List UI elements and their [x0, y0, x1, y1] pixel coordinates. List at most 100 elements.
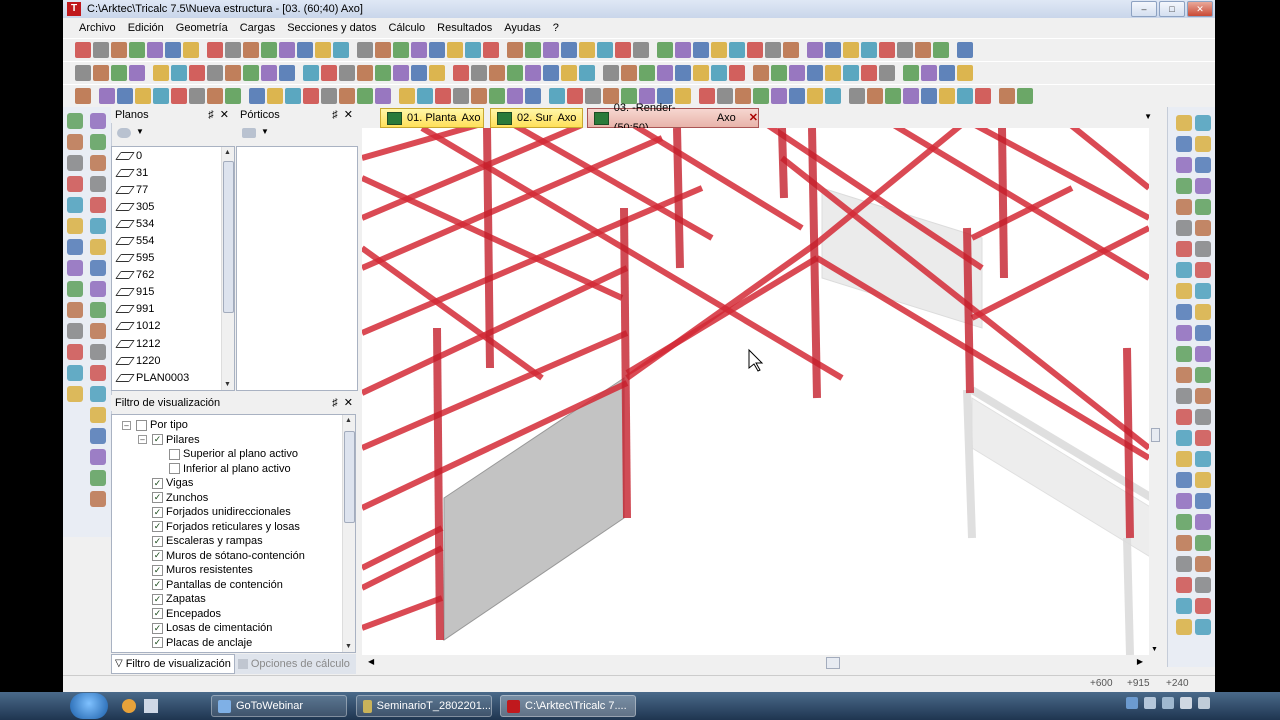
toolbar-tool-icon[interactable] — [225, 88, 241, 104]
menu-geometria[interactable]: Geometría — [170, 18, 234, 38]
toolbar-tool-icon[interactable] — [357, 42, 373, 58]
palette-tool-icon[interactable] — [1195, 199, 1211, 215]
toolbar-tool-icon[interactable] — [93, 42, 109, 58]
palette-tool-icon[interactable] — [1176, 262, 1192, 278]
toolbar-tool-icon[interactable] — [897, 42, 913, 58]
palette-tool-icon[interactable] — [1176, 283, 1192, 299]
toolbar-tool-icon[interactable] — [879, 65, 895, 81]
palette-tool-icon[interactable] — [1195, 220, 1211, 236]
toolbar-tool-icon[interactable] — [267, 88, 283, 104]
toolbar-tool-icon[interactable] — [783, 42, 799, 58]
toolbar-tool-icon[interactable] — [735, 88, 751, 104]
toolbar-tool-icon[interactable] — [393, 65, 409, 81]
toolbar-tool-icon[interactable] — [771, 88, 787, 104]
toolbar-tool-icon[interactable] — [789, 65, 805, 81]
toolbar-tool-icon[interactable] — [429, 65, 445, 81]
toolbar-tool-icon[interactable] — [339, 88, 355, 104]
toolbar-tool-icon[interactable] — [1017, 88, 1033, 104]
toolbar-tool-icon[interactable] — [957, 65, 973, 81]
palette-tool-icon[interactable] — [1195, 304, 1211, 320]
palette-tool-icon[interactable] — [1195, 514, 1211, 530]
toolbar-tool-icon[interactable] — [207, 65, 223, 81]
toolbar-tool-icon[interactable] — [843, 42, 859, 58]
tab-opciones-calculo[interactable]: Opciones de cálculo — [235, 655, 353, 673]
palette-tool-icon[interactable] — [67, 386, 83, 402]
checkbox[interactable] — [169, 463, 180, 475]
palette-tool-icon[interactable] — [90, 344, 106, 360]
toolbar-tool-icon[interactable] — [657, 42, 673, 58]
palette-tool-icon[interactable] — [1176, 220, 1192, 236]
palette-tool-icon[interactable] — [90, 428, 106, 444]
toolbar-tool-icon[interactable] — [111, 65, 127, 81]
toolbar-tool-icon[interactable] — [693, 65, 709, 81]
toolbar-tool-icon[interactable] — [453, 88, 469, 104]
palette-tool-icon[interactable] — [1195, 157, 1211, 173]
palette-tool-icon[interactable] — [67, 323, 83, 339]
toolbar-tool-icon[interactable] — [171, 88, 187, 104]
chrome-icon[interactable] — [122, 699, 136, 713]
toolbar-tool-icon[interactable] — [525, 65, 541, 81]
toolbar-tool-icon[interactable] — [189, 88, 205, 104]
tree-item[interactable]: ✓ Muros de sótano-contención — [152, 549, 305, 564]
toolbar-tool-icon[interactable] — [771, 65, 787, 81]
toolbar-tool-icon[interactable] — [117, 88, 133, 104]
tree-item[interactable]: ✓ Encepados — [152, 607, 221, 622]
toolbar-tool-icon[interactable] — [411, 65, 427, 81]
toolbar-tool-icon[interactable] — [243, 65, 259, 81]
palette-tool-icon[interactable] — [1195, 241, 1211, 257]
palette-tool-icon[interactable] — [67, 134, 83, 150]
menu-archivo[interactable]: Archivo — [63, 18, 122, 38]
tree-item[interactable]: ✓ Escaleras y rampas — [152, 534, 263, 549]
toolbar-tool-icon[interactable] — [633, 42, 649, 58]
checkbox-checked[interactable]: ✓ — [152, 506, 163, 518]
palette-tool-icon[interactable] — [90, 470, 106, 486]
toolbar-tool-icon[interactable] — [465, 42, 481, 58]
palette-tool-icon[interactable] — [1176, 241, 1192, 257]
toolbar-tool-icon[interactable] — [753, 65, 769, 81]
tray-icon[interactable] — [1126, 697, 1138, 709]
palette-tool-icon[interactable] — [1176, 514, 1192, 530]
toolbar-tool-icon[interactable] — [147, 42, 163, 58]
palette-tool-icon[interactable] — [67, 239, 83, 255]
palette-tool-icon[interactable] — [1176, 556, 1192, 572]
toolbar-tool-icon[interactable] — [825, 88, 841, 104]
plano-item[interactable]: 1212 — [112, 335, 234, 352]
toolbar-tool-icon[interactable] — [921, 65, 937, 81]
palette-tool-icon[interactable] — [1176, 535, 1192, 551]
menu-ayudas[interactable]: Ayudas — [498, 18, 547, 38]
toolbar-tool-icon[interactable] — [903, 65, 919, 81]
plano-item[interactable]: PLAN0003 — [112, 369, 234, 386]
toolbar-tool-icon[interactable] — [921, 88, 937, 104]
volume-icon[interactable] — [1180, 697, 1192, 709]
toolbar-tool-icon[interactable] — [525, 88, 541, 104]
toolbar-tool-icon[interactable] — [297, 42, 313, 58]
toolbar-tool-icon[interactable] — [597, 42, 613, 58]
palette-tool-icon[interactable] — [1195, 577, 1211, 593]
checkbox-checked[interactable]: ✓ — [152, 477, 163, 489]
toolbar-tool-icon[interactable] — [447, 42, 463, 58]
checkbox-checked[interactable]: ✓ — [152, 622, 163, 634]
toolbar-tool-icon[interactable] — [933, 42, 949, 58]
palette-tool-icon[interactable] — [90, 176, 106, 192]
toolbar-tool-icon[interactable] — [675, 42, 691, 58]
palette-tool-icon[interactable] — [67, 302, 83, 318]
toolbar-tool-icon[interactable] — [207, 42, 223, 58]
toolbar-tool-icon[interactable] — [729, 42, 745, 58]
tree-item[interactable]: ✓ Forjados reticulares y losas — [152, 520, 300, 535]
toolbar-tool-icon[interactable] — [615, 42, 631, 58]
checkbox[interactable] — [169, 448, 180, 460]
menu-cargas[interactable]: Cargas — [234, 18, 281, 38]
toolbar-tool-icon[interactable] — [711, 42, 727, 58]
palette-tool-icon[interactable] — [67, 344, 83, 360]
toolbar-tool-icon[interactable] — [879, 42, 895, 58]
toolbar-tool-icon[interactable] — [471, 65, 487, 81]
viewport-vscrollbar[interactable]: ▼ — [1149, 128, 1160, 655]
palette-tool-icon[interactable] — [1176, 388, 1192, 404]
palette-tool-icon[interactable] — [1195, 556, 1211, 572]
checkbox-checked[interactable]: ✓ — [152, 579, 163, 591]
menu-calculo[interactable]: Cálculo — [382, 18, 431, 38]
palette-tool-icon[interactable] — [1176, 409, 1192, 425]
palette-tool-icon[interactable] — [67, 197, 83, 213]
palette-tool-icon[interactable] — [90, 197, 106, 213]
palette-tool-icon[interactable] — [1176, 598, 1192, 614]
